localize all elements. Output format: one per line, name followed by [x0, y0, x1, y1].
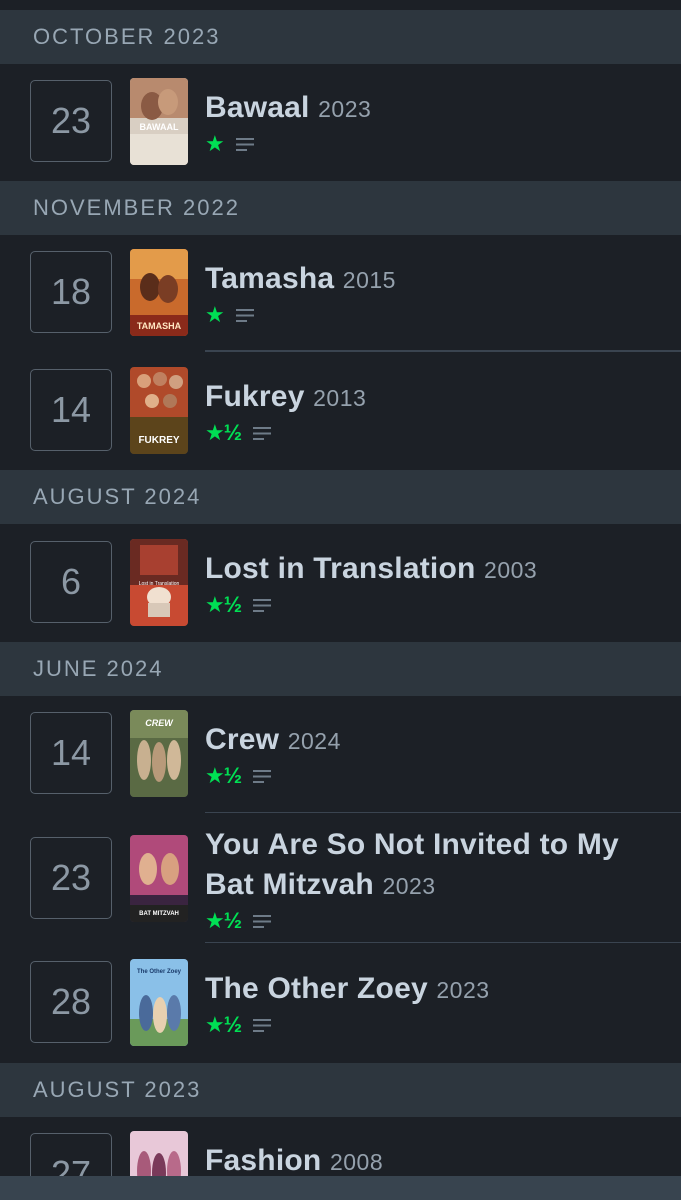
month-label: JUNE 2024	[33, 656, 164, 681]
bottom-bar	[0, 1176, 681, 1200]
review-lines-icon[interactable]	[253, 769, 272, 783]
film-title[interactable]: The Other Zoey	[205, 972, 428, 1005]
review-lines-icon[interactable]	[253, 1018, 272, 1032]
poster-text: TAMASHA	[137, 321, 182, 331]
film-year[interactable]: 2023	[382, 873, 435, 899]
film-title[interactable]: Fashion	[205, 1144, 321, 1177]
poster-image: FUKREY	[130, 367, 188, 454]
meta-line: ★½	[205, 908, 661, 934]
day-box[interactable]: 14	[30, 369, 112, 451]
day-box[interactable]: 6	[30, 541, 112, 623]
month-label: AUGUST 2024	[33, 484, 202, 509]
film-poster[interactable]: BAWAAL	[130, 78, 188, 165]
film-year[interactable]: 2008	[330, 1149, 383, 1175]
film-poster[interactable]: CREW	[130, 710, 188, 797]
diary-entry[interactable]: 14 CREW Crew 2024 ★½	[0, 696, 681, 814]
poster-text: The Other Zoey	[137, 969, 182, 975]
diary-entry[interactable]: 18 TAMASHA Tamasha 2015 ★	[0, 235, 681, 352]
film-title[interactable]: Crew	[205, 723, 279, 756]
month-label: OCTOBER 2023	[33, 24, 221, 49]
svg-text:Lost in Translation: Lost in Translation	[139, 581, 180, 587]
poster-text: BAT MITZVAH	[139, 911, 179, 917]
month-label: AUGUST 2023	[33, 1077, 202, 1102]
film-year[interactable]: 2015	[343, 267, 396, 293]
film-year[interactable]: 2023	[436, 977, 489, 1003]
month-header: JUNE 2024	[0, 642, 681, 696]
review-lines-icon[interactable]	[235, 308, 254, 322]
poster-image: BAT MITZVAH	[130, 835, 188, 922]
film-title-line[interactable]: You Are So Not Invited to My Bat Mitzvah…	[205, 825, 661, 906]
meta-line: ★	[205, 131, 661, 157]
film-title-line[interactable]: Bawaal 2023	[205, 88, 661, 129]
film-title[interactable]: Tamasha	[205, 262, 334, 295]
diary-entry[interactable]: 14 FUKREY Fukrey 2013 ★½	[0, 352, 681, 470]
star-rating: ★½	[205, 763, 242, 788]
poster-text: FUKREY	[138, 435, 179, 446]
meta-line: ★	[205, 302, 661, 328]
review-lines-icon[interactable]	[253, 914, 272, 928]
poster-image: The Other Zoey	[130, 959, 188, 1046]
star-rating: ★	[205, 302, 225, 327]
film-year[interactable]: 2024	[288, 728, 341, 754]
review-lines-icon[interactable]	[253, 426, 272, 440]
film-poster[interactable]: TAMASHA	[130, 249, 188, 336]
poster-text: CREW	[145, 718, 174, 728]
diary-entry[interactable]: 6 Lost in Translation Lost in Translatio…	[0, 524, 681, 642]
poster-image: BAWAAL	[130, 78, 188, 165]
day-box[interactable]: 23	[30, 80, 112, 162]
film-title-line[interactable]: Fukrey 2013	[205, 377, 661, 418]
film-year[interactable]: 2023	[318, 96, 371, 122]
poster-text: BAWAAL	[140, 122, 179, 132]
meta-line: ★½	[205, 420, 661, 446]
film-poster[interactable]: Lost in Translation	[130, 539, 188, 626]
film-title[interactable]: Lost in Translation	[205, 552, 476, 585]
month-label: NOVEMBER 2022	[33, 195, 240, 220]
month-header: NOVEMBER 2022	[0, 181, 681, 235]
diary-page: OCTOBER 2023 23 BAWAAL Bawaal 2023 ★ NOV…	[0, 0, 681, 1200]
film-title[interactable]: Fukrey	[205, 380, 305, 413]
poster-image: TAMASHA	[130, 249, 188, 336]
diary-entry[interactable]: 28 The Other Zoey The Other Zoey 2023 ★½	[0, 943, 681, 1063]
film-title-line[interactable]: The Other Zoey 2023	[205, 969, 661, 1010]
film-poster[interactable]: BAT MITZVAH	[130, 835, 188, 922]
poster-image: Lost in Translation	[130, 539, 188, 626]
film-title-line[interactable]: Crew 2024	[205, 720, 661, 761]
meta-line: ★½	[205, 592, 661, 618]
film-title-line[interactable]: Tamasha 2015	[205, 259, 661, 300]
day-box[interactable]: 14	[30, 712, 112, 794]
review-lines-icon[interactable]	[253, 598, 272, 612]
meta-line: ★½	[205, 1012, 661, 1038]
film-title-line[interactable]: Lost in Translation 2003	[205, 549, 661, 590]
diary-entry[interactable]: 23 BAWAAL Bawaal 2023 ★	[0, 64, 681, 181]
month-header: AUGUST 2024	[0, 470, 681, 524]
film-year[interactable]: 2003	[484, 557, 537, 583]
review-lines-icon[interactable]	[235, 137, 254, 151]
star-rating: ★½	[205, 908, 242, 933]
star-rating: ★½	[205, 592, 242, 617]
month-header: OCTOBER 2023	[0, 10, 681, 64]
poster-image: CREW	[130, 710, 188, 797]
diary-entry[interactable]: 23 BAT MITZVAH You Are So Not Invited to…	[0, 813, 681, 944]
day-box[interactable]: 28	[30, 961, 112, 1043]
star-rating: ★	[205, 131, 225, 156]
month-header: AUGUST 2023	[0, 1063, 681, 1117]
film-title[interactable]: Bawaal	[205, 91, 310, 124]
day-box[interactable]: 18	[30, 251, 112, 333]
film-year[interactable]: 2013	[313, 385, 366, 411]
star-rating: ★½	[205, 420, 242, 445]
star-rating: ★½	[205, 1012, 242, 1037]
day-box[interactable]: 23	[30, 837, 112, 919]
meta-line: ★½	[205, 763, 661, 789]
film-poster[interactable]: The Other Zoey	[130, 959, 188, 1046]
film-poster[interactable]: FUKREY	[130, 367, 188, 454]
